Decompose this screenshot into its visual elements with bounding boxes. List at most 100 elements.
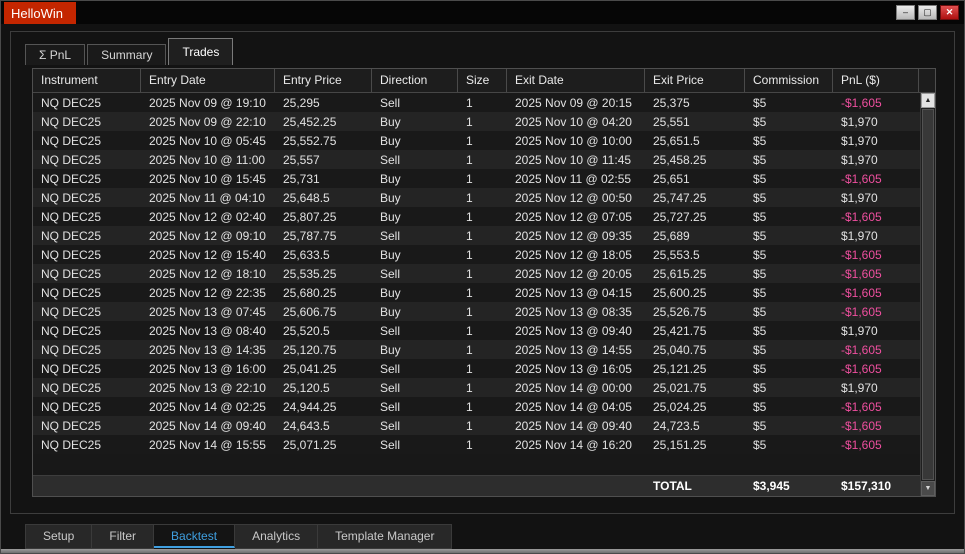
table-cell: -$1,605 <box>833 248 919 262</box>
table-cell: 25,553.5 <box>645 248 745 262</box>
table-cell: 2025 Nov 10 @ 10:00 <box>507 134 645 148</box>
table-row[interactable]: NQ DEC252025 Nov 12 @ 18:1025,535.25Sell… <box>33 264 920 283</box>
table-cell: 25,557 <box>275 153 372 167</box>
table-cell: $1,970 <box>833 153 919 167</box>
table-cell: 25,727.25 <box>645 210 745 224</box>
table-cell: NQ DEC25 <box>33 286 141 300</box>
table-cell: $1,970 <box>833 115 919 129</box>
table-cell: NQ DEC25 <box>33 96 141 110</box>
table-row[interactable]: NQ DEC252025 Nov 10 @ 15:4525,731Buy1202… <box>33 169 920 188</box>
table-cell: $5 <box>745 419 833 433</box>
table-body: NQ DEC252025 Nov 09 @ 19:1025,295Sell120… <box>33 93 920 454</box>
table-cell: Buy <box>372 191 458 205</box>
tab-trades[interactable]: Trades <box>168 38 233 65</box>
table-cell: -$1,605 <box>833 267 919 281</box>
table-row[interactable]: NQ DEC252025 Nov 12 @ 09:1025,787.75Sell… <box>33 226 920 245</box>
table-cell: 2025 Nov 12 @ 07:05 <box>507 210 645 224</box>
column-header-pnl[interactable]: PnL ($) <box>833 69 919 92</box>
tab-filter[interactable]: Filter <box>92 524 154 549</box>
column-header-direction[interactable]: Direction <box>372 69 458 92</box>
table-cell: $5 <box>745 343 833 357</box>
table-cell: NQ DEC25 <box>33 324 141 338</box>
column-header-entry-price[interactable]: Entry Price <box>275 69 372 92</box>
close-button[interactable]: ✕ <box>940 5 959 20</box>
scrollbar-thumb[interactable] <box>922 109 934 480</box>
table-cell: 2025 Nov 12 @ 00:50 <box>507 191 645 205</box>
table-row[interactable]: NQ DEC252025 Nov 09 @ 19:1025,295Sell120… <box>33 93 920 112</box>
table-cell: 25,071.25 <box>275 438 372 452</box>
table-row[interactable]: NQ DEC252025 Nov 13 @ 08:4025,520.5Sell1… <box>33 321 920 340</box>
scroll-up-button[interactable]: ▲ <box>921 93 935 108</box>
window-title: HelloWin <box>4 2 76 24</box>
table-row[interactable]: NQ DEC252025 Nov 13 @ 16:0025,041.25Sell… <box>33 359 920 378</box>
table-cell: 25,295 <box>275 96 372 110</box>
table-row[interactable]: NQ DEC252025 Nov 12 @ 22:3525,680.25Buy1… <box>33 283 920 302</box>
table-cell: 25,689 <box>645 229 745 243</box>
column-header-entry-date[interactable]: Entry Date <box>141 69 275 92</box>
table-row[interactable]: NQ DEC252025 Nov 11 @ 04:1025,648.5Buy12… <box>33 188 920 207</box>
tab-setup[interactable]: Setup <box>25 524 92 549</box>
table-row[interactable]: NQ DEC252025 Nov 09 @ 22:1025,452.25Buy1… <box>33 112 920 131</box>
table-cell: NQ DEC25 <box>33 229 141 243</box>
table-cell: 2025 Nov 13 @ 14:35 <box>141 343 275 357</box>
table-cell: 2025 Nov 12 @ 18:10 <box>141 267 275 281</box>
column-header-exit-price[interactable]: Exit Price <box>645 69 745 92</box>
table-cell: NQ DEC25 <box>33 210 141 224</box>
table-cell: Sell <box>372 419 458 433</box>
table-cell: Buy <box>372 134 458 148</box>
bottom-tabbar: SetupFilterBacktestAnalyticsTemplate Man… <box>1 521 964 549</box>
tab-analytics[interactable]: Analytics <box>235 524 318 549</box>
column-header-exit-date[interactable]: Exit Date <box>507 69 645 92</box>
scroll-down-button[interactable]: ▼ <box>921 481 935 496</box>
table-row[interactable]: NQ DEC252025 Nov 13 @ 14:3525,120.75Buy1… <box>33 340 920 359</box>
tab-summary[interactable]: Summary <box>87 44 166 65</box>
footer-pnl-total: $157,310 <box>833 479 919 493</box>
table-cell: Sell <box>372 381 458 395</box>
table-row[interactable]: NQ DEC252025 Nov 10 @ 05:4525,552.75Buy1… <box>33 131 920 150</box>
table-row[interactable]: NQ DEC252025 Nov 12 @ 15:4025,633.5Buy12… <box>33 245 920 264</box>
table-cell: Buy <box>372 248 458 262</box>
table-cell: $5 <box>745 134 833 148</box>
column-header-instrument[interactable]: Instrument <box>33 69 141 92</box>
table-row[interactable]: NQ DEC252025 Nov 14 @ 15:5525,071.25Sell… <box>33 435 920 454</box>
column-header-size[interactable]: Size <box>458 69 507 92</box>
column-header-commission[interactable]: Commission <box>745 69 833 92</box>
table-cell: $5 <box>745 324 833 338</box>
table-cell: $5 <box>745 172 833 186</box>
table-cell: 2025 Nov 10 @ 11:00 <box>141 153 275 167</box>
tab-pnl[interactable]: Σ PnL <box>25 44 85 65</box>
arrow-up-icon: ▲ <box>925 97 932 104</box>
vertical-scrollbar[interactable]: ▲ ▼ <box>920 93 935 496</box>
table-cell: Buy <box>372 210 458 224</box>
top-tabstrip: Σ PnLSummaryTrades <box>11 32 954 65</box>
table-row[interactable]: NQ DEC252025 Nov 14 @ 02:2524,944.25Sell… <box>33 397 920 416</box>
table-row[interactable]: NQ DEC252025 Nov 14 @ 09:4024,643.5Sell1… <box>33 416 920 435</box>
table-cell: -$1,605 <box>833 305 919 319</box>
tab-template-manager[interactable]: Template Manager <box>318 524 452 549</box>
table-cell: Sell <box>372 324 458 338</box>
table-row[interactable]: NQ DEC252025 Nov 13 @ 07:4525,606.75Buy1… <box>33 302 920 321</box>
table-row[interactable]: NQ DEC252025 Nov 13 @ 22:1025,120.5Sell1… <box>33 378 920 397</box>
titlebar[interactable]: HelloWin – ▢ ✕ <box>1 1 964 24</box>
window-bottom-edge <box>1 549 964 553</box>
table-cell: Sell <box>372 229 458 243</box>
table-cell: Sell <box>372 153 458 167</box>
table-cell: NQ DEC25 <box>33 191 141 205</box>
table-cell: 1 <box>458 96 507 110</box>
maximize-button[interactable]: ▢ <box>918 5 937 20</box>
table-cell: 2025 Nov 13 @ 04:15 <box>507 286 645 300</box>
table-cell: NQ DEC25 <box>33 248 141 262</box>
table-cell: -$1,605 <box>833 362 919 376</box>
table-cell: $1,970 <box>833 134 919 148</box>
table-cell: 2025 Nov 12 @ 02:40 <box>141 210 275 224</box>
table-cell: 25,421.75 <box>645 324 745 338</box>
minimize-button[interactable]: – <box>896 5 915 20</box>
table-row[interactable]: NQ DEC252025 Nov 10 @ 11:0025,557Sell120… <box>33 150 920 169</box>
table-cell: 25,651 <box>645 172 745 186</box>
table-cell: 2025 Nov 13 @ 08:40 <box>141 324 275 338</box>
tab-backtest[interactable]: Backtest <box>154 524 235 548</box>
table-row[interactable]: NQ DEC252025 Nov 12 @ 02:4025,807.25Buy1… <box>33 207 920 226</box>
table-cell: Sell <box>372 267 458 281</box>
table-cell: NQ DEC25 <box>33 343 141 357</box>
table-cell: 25,651.5 <box>645 134 745 148</box>
